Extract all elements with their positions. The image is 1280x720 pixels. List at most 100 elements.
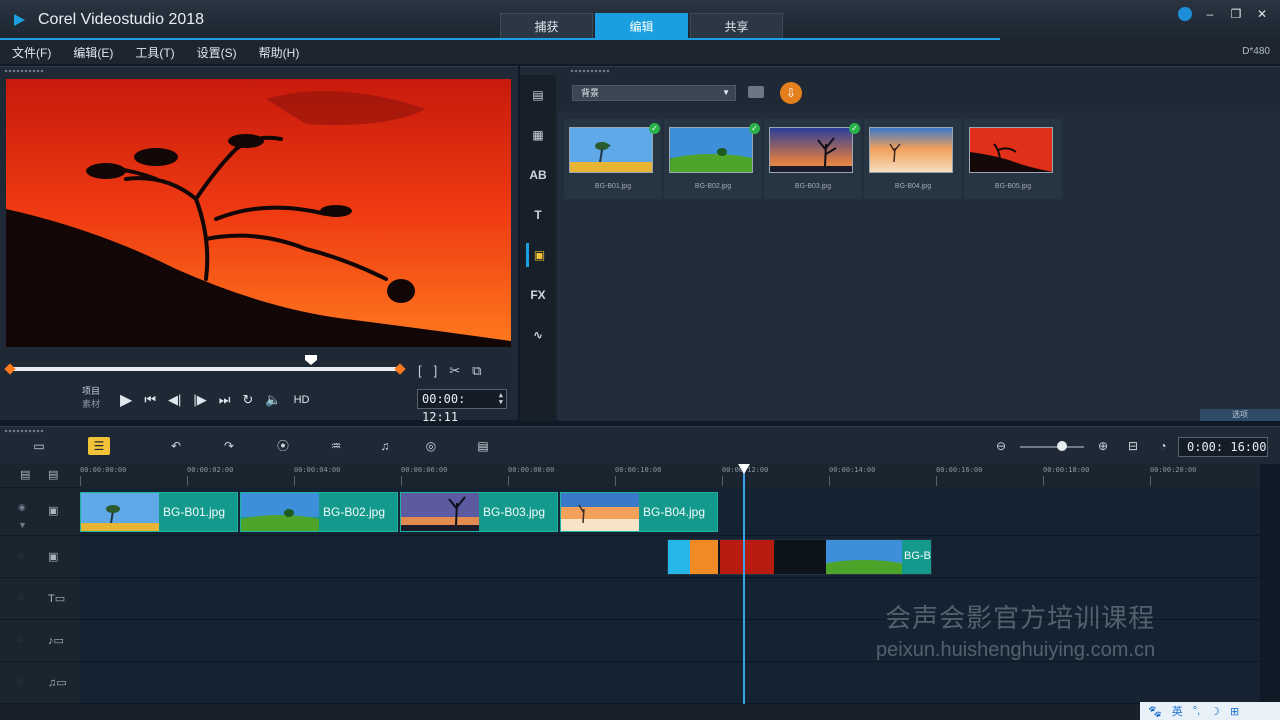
overlay-track[interactable]: BG-B	[80, 536, 1260, 578]
timeline-ruler[interactable]: 00:00:00:00 00:00:02:00 00:00:04:00 00:0…	[80, 464, 1260, 488]
timeline-playhead[interactable]	[743, 464, 745, 704]
timecode-spinner-icon[interactable]: ▲ ▼	[499, 392, 503, 406]
play-icon[interactable]: ▶	[120, 390, 132, 410]
zoom-out-icon[interactable]: ⊖	[990, 437, 1012, 455]
project-duration[interactable]: 0:00: 16:00	[1178, 437, 1268, 457]
track-visibility-icon[interactable]: ◌	[18, 676, 23, 686]
app-logo-icon	[14, 14, 25, 26]
timeline-clip[interactable]: BG-B01.jpg	[80, 492, 238, 532]
instant-project-icon[interactable]: ▦	[526, 123, 550, 147]
minimize-icon[interactable]: –	[1202, 6, 1218, 22]
zoom-in-icon[interactable]: ⊕	[1092, 437, 1114, 455]
panel-grip[interactable]	[4, 69, 44, 73]
chevron-down-icon[interactable]: ▼	[18, 520, 27, 530]
tab-share[interactable]: 共享	[690, 13, 783, 39]
tab-capture[interactable]: 捕获	[500, 13, 593, 39]
menu-edit[interactable]: 编辑(E)	[73, 44, 113, 61]
thumbnail[interactable]: ✓ BG-B02.jpg	[664, 119, 762, 199]
subtitle-editor-icon[interactable]: ▤	[472, 437, 494, 455]
timeline-clip[interactable]: BG-B02.jpg	[240, 492, 398, 532]
next-frame-icon[interactable]: |▶	[193, 392, 206, 408]
transition-icon[interactable]: AB	[526, 163, 550, 187]
ime-moon[interactable]: ☽	[1210, 705, 1220, 718]
mark-out-icon[interactable]: ]	[434, 363, 438, 379]
home-icon[interactable]: ⏮	[144, 392, 156, 408]
end-icon[interactable]: ⏭	[219, 392, 231, 408]
trim-start-marker[interactable]	[4, 363, 16, 375]
category-dropdown[interactable]: 背景 ▼	[572, 85, 736, 101]
close-icon[interactable]: ✕	[1254, 6, 1270, 22]
duration-clock-icon[interactable]: ◔	[1152, 437, 1174, 455]
show-all-tracks-icon[interactable]: ▤	[20, 468, 30, 481]
scrubber-handle[interactable]	[305, 355, 317, 365]
track-visibility-icon[interactable]: ◌	[18, 592, 23, 602]
zoom-slider[interactable]	[1020, 446, 1084, 448]
restore-icon[interactable]: ❐	[1228, 6, 1244, 22]
mark-in-icon[interactable]: [	[418, 363, 422, 379]
fit-project-icon[interactable]: ⊟	[1122, 437, 1144, 455]
sound-mixer-icon[interactable]: ♒	[325, 437, 347, 455]
motion-path-icon[interactable]: ∿	[526, 323, 550, 347]
track-visibility-icon[interactable]: ◌	[18, 550, 23, 560]
globe-icon[interactable]	[1178, 7, 1192, 21]
mode-clip[interactable]: 素材	[82, 398, 100, 411]
auto-music-icon[interactable]: ♫	[374, 437, 396, 455]
mode-project[interactable]: 项目	[82, 385, 100, 398]
zoom-slider-handle[interactable]	[1057, 441, 1067, 451]
video-track-icon: ▣	[48, 505, 59, 517]
track-visibility-icon[interactable]: ◌	[18, 634, 23, 644]
preview-timecode[interactable]: 00:00: 12:11 ▲ ▼	[417, 389, 507, 424]
thumbnail[interactable]: BG-B04.jpg	[864, 119, 962, 199]
overlay-clip[interactable]: BG-B	[667, 539, 932, 575]
ime-lang[interactable]: 英	[1172, 703, 1183, 719]
video-track[interactable]: BG-B01.jpg BG-B02.jpg BG-B03.jpg BG-B04.…	[80, 488, 1260, 536]
options-button[interactable]: 选项	[1200, 409, 1280, 421]
folder-icon[interactable]	[748, 86, 764, 98]
tab-edit[interactable]: 编辑	[595, 13, 688, 39]
clip-thumbnail	[401, 493, 479, 531]
timeline-toolbar: ▭ ☰ ↶ ↷ ⦿ ♒ ♫ ◎ ▤ ⊖ ⊕ ⊟ ◔ 0:00: 16:00	[0, 426, 1280, 464]
library-grip[interactable]	[570, 69, 610, 73]
motion-tracking-icon[interactable]: ◎	[420, 437, 442, 455]
ime-punct[interactable]: °,	[1193, 705, 1200, 717]
ruler-tick: 00:00:00:00	[80, 466, 127, 486]
thumbnail[interactable]: ✓ BG-B01.jpg	[564, 119, 662, 199]
preview-window	[6, 79, 511, 347]
redo-icon[interactable]: ↷	[218, 437, 240, 455]
record-capture-icon[interactable]: ⦿	[272, 437, 294, 455]
timeline-grip[interactable]	[4, 429, 44, 433]
thumbnail-grid: ✓ BG-B01.jpg ✓ BG-B02.jpg ✓ BG-B03.jpg B…	[564, 119, 1062, 199]
thumbnail[interactable]: ✓ BG-B03.jpg	[764, 119, 862, 199]
media-icon[interactable]: ▤	[526, 83, 550, 107]
storyboard-view-icon[interactable]: ▭	[28, 437, 50, 455]
split-scissors-icon[interactable]: ✂	[449, 363, 460, 379]
thumbnail[interactable]: BG-B05.jpg	[964, 119, 1062, 199]
repeat-icon[interactable]: ↻	[242, 392, 253, 408]
menu-tools[interactable]: 工具(T)	[135, 44, 174, 61]
hd-preview-toggle[interactable]: HD	[294, 394, 310, 406]
trim-end-marker[interactable]	[394, 363, 406, 375]
paw-icon[interactable]: 🐾	[1148, 705, 1162, 718]
graphic-icon[interactable]: ▣	[526, 243, 550, 267]
volume-icon[interactable]: 🔈	[265, 392, 281, 408]
play-mode-switch[interactable]: 项目 素材	[82, 385, 100, 411]
timeline-view-icon[interactable]: ☰	[88, 437, 110, 455]
title-icon[interactable]: T	[526, 203, 550, 227]
menu-settings[interactable]: 设置(S)	[197, 44, 237, 61]
filter-fx-icon[interactable]: FX	[526, 283, 550, 307]
scrubber-track[interactable]	[10, 367, 402, 371]
import-icon[interactable]: ⇩	[780, 82, 802, 104]
overlay-track-icon: ▣	[48, 551, 59, 563]
ime-grid[interactable]: ⊞	[1230, 705, 1239, 718]
previous-frame-icon[interactable]: ◀|	[168, 392, 181, 408]
enlarge-icon[interactable]: ⧉	[472, 363, 481, 379]
timeline-clip[interactable]: BG-B03.jpg	[400, 492, 558, 532]
music-track[interactable]	[80, 662, 1260, 704]
undo-icon[interactable]: ↶	[165, 437, 187, 455]
track-manager-icon[interactable]: ▤	[48, 468, 58, 481]
timeline-scrollbar[interactable]	[0, 704, 1280, 720]
menu-help[interactable]: 帮助(H)	[259, 44, 300, 61]
timeline-clip[interactable]: BG-B04.jpg	[560, 492, 718, 532]
track-visibility-icon[interactable]: ◉	[18, 502, 26, 513]
menu-file[interactable]: 文件(F)	[12, 44, 51, 61]
